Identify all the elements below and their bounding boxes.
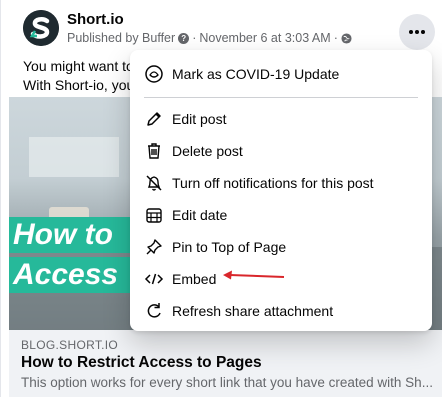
pin-icon [146,239,162,255]
image-background-shape [29,137,119,177]
menu-item-pin-to-top[interactable]: Pin to Top of Page [138,232,424,262]
published-by-text[interactable]: Published by Buffer [67,31,175,45]
globe-icon[interactable] [341,32,352,44]
menu-item-label: Embed [172,271,217,287]
more-horizontal-icon [409,30,425,34]
link-domain: BLOG.SHORT.IO [21,338,119,352]
trash-icon [148,143,160,159]
post-text-line: With Short-io, you [23,77,133,93]
post-text: You might want to With Short-io, you [23,57,133,95]
refresh-icon [147,303,161,318]
post-meta: Published by Buffer ? · November 6 at 3:… [67,31,352,45]
menu-divider [144,97,418,98]
menu-item-delete-post[interactable]: Delete post [138,136,424,166]
page-avatar[interactable] [23,10,59,46]
meta-separator: · [192,31,197,45]
post-header: Short.io Published by Buffer ? · Novembe… [1,0,442,55]
short-io-logo-icon [23,10,59,46]
link-preview-card[interactable]: BLOG.SHORT.IO How to Restrict Access to … [9,330,442,397]
calendar-icon [146,208,162,223]
menu-item-label: Edit date [172,207,228,223]
more-options-button[interactable] [399,14,435,50]
bell-off-icon [146,175,162,191]
menu-item-label: Refresh share attachment [172,303,334,319]
menu-item-refresh-share-attachment[interactable]: Refresh share attachment [138,296,424,326]
annotation-arrow-icon [223,270,285,280]
menu-item-label: Pin to Top of Page [172,239,287,255]
menu-item-turn-off-notifications[interactable]: Turn off notifications for this post [138,168,424,198]
post-text-line: You might want to [23,58,133,74]
menu-item-edit-date[interactable]: Edit date [138,200,424,230]
image-overlay-text: How to [9,217,133,253]
menu-item-label: Delete post [172,143,243,159]
link-title[interactable]: How to Restrict Access to Pages [21,354,262,372]
covid-update-icon [145,65,163,83]
menu-item-label: Turn off notifications for this post [172,175,374,191]
post-options-menu: Mark as COVID-19 Update Edit post Delete… [130,50,432,331]
code-icon [144,273,164,285]
meta-separator: · [333,31,338,45]
menu-item-label: Mark as COVID-19 Update [172,66,340,82]
menu-item-mark-covid-update[interactable]: Mark as COVID-19 Update [138,59,424,89]
post-date[interactable]: November 6 at 3:03 AM [199,31,330,45]
page-name[interactable]: Short.io [67,11,124,28]
image-overlay-text: Access [9,257,133,293]
link-description: This option works for every short link t… [21,375,433,390]
menu-item-edit-post[interactable]: Edit post [138,104,424,134]
menu-item-label: Edit post [172,111,227,127]
pencil-icon [147,112,161,126]
help-icon[interactable]: ? [178,32,190,44]
